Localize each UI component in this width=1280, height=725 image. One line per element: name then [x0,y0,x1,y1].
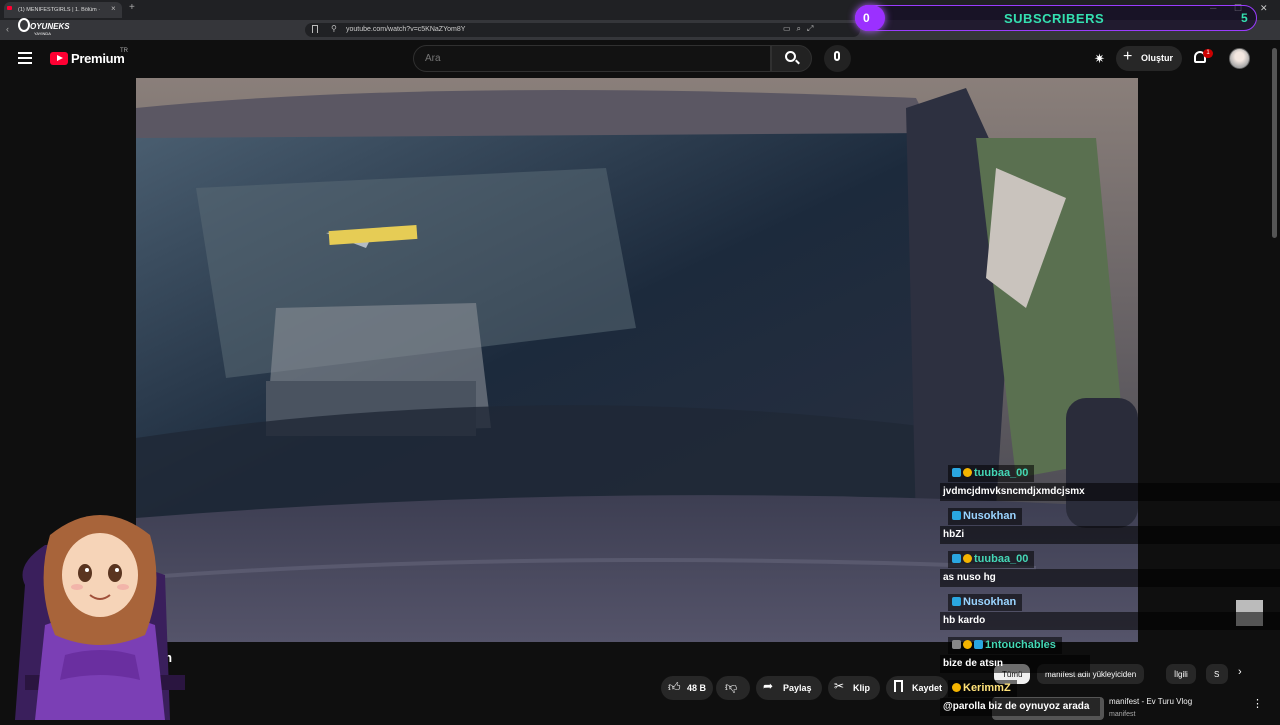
subscriber-goal-label: SUBSCRIBERS [1004,11,1105,26]
sub-badge-icon [974,640,983,649]
chat-user-text: Nusokhan [963,510,1017,522]
recommendation-title[interactable]: manifest - Ev Turu Vlog [1109,697,1192,706]
like-count: 48 B [687,683,707,693]
sub-badge-icon [952,597,961,606]
thumbs-up-icon: 👍︎ [668,680,681,694]
more-options-icon[interactable]: ⋮ [1252,697,1263,710]
chat-message: jvdmcjdmvksncmdjxmdcjsmx [940,483,1280,501]
sub-badge-icon [952,511,961,520]
sub-badge-icon [952,554,961,563]
chat-message: @parolla biz de oynuyoz arada [940,698,1100,716]
site-info-icon[interactable]: ⚲ [331,24,337,33]
tab-close-icon[interactable]: × [111,4,116,13]
subscriber-goal-target: 5 [1241,11,1248,25]
streamer-logo-icon [18,18,30,32]
chip-related[interactable]: İlgili [1166,664,1196,684]
clip-label: Klip [853,683,870,693]
youtube-premium-label[interactable]: Premium [71,51,125,66]
bookmark-icon[interactable] [312,25,318,33]
page-scrollbar[interactable] [1272,48,1277,238]
chat-username: Nusokhan [948,508,1023,525]
chat-user-text: tuubaa_00 [974,467,1029,479]
chevron-right-icon[interactable]: › [1238,666,1242,678]
mod-badge-icon [952,640,961,649]
back-arrow-icon[interactable]: ‹ [6,24,9,34]
gold-badge-icon [963,640,972,649]
menu-icon[interactable] [18,52,32,64]
thumbs-down-icon: 👎︎ [725,680,738,694]
new-tab-button[interactable]: + [129,2,135,13]
chip-more[interactable]: S [1206,664,1228,684]
chat-message: hb kardo [940,612,1280,630]
url-text: youtube.com/watch?v=c5KNaZYom8Y [346,26,466,33]
chat-user-text: Nusokhan [963,596,1017,608]
gold-badge-icon [963,554,972,563]
notification-badge: 1 [1203,49,1213,58]
browser-tab[interactable]: (1) MENIFESTGIRLS | 1. Bölüm · [4,2,122,18]
save-label: Kaydet [912,683,943,693]
chat-username: tuubaa_00 [948,551,1035,568]
chat-message: bize de atsın [940,655,1090,673]
search-input[interactable] [413,45,771,72]
window-close-button[interactable]: ✕ [1260,3,1268,14]
chat-user-text: KerimmZ [963,682,1011,694]
recommendation-channel[interactable]: manifest [1109,711,1135,718]
create-label: Oluştur [1141,53,1174,63]
chat-user-text: 1ntouchables [985,639,1056,651]
scissors-icon: ✂ [834,679,845,693]
chat-username: KerimmZ [948,680,1017,697]
share-arrow-icon: ➦ [763,679,774,693]
bookmark-save-icon [894,680,903,692]
chat-username: 1ntouchables [948,637,1062,654]
streamer-logo-subtext: YAYINDA [34,31,51,36]
subscriber-current-count: 0 [863,11,870,25]
chat-username: Nusokhan [948,594,1023,611]
subscriber-goal-progress [855,5,885,31]
microphone-icon [834,51,840,61]
chat-user-text: tuubaa_00 [974,553,1029,565]
extension-icons[interactable]: ▭⌕⤢ [783,24,819,34]
streamer-avatar-character [5,505,195,720]
share-label: Paylaş [783,683,812,693]
chat-message: as nuso hg [940,569,1280,587]
gold-badge-icon [963,468,972,477]
gold-badge-icon [952,683,961,692]
sub-badge-icon [952,468,961,477]
youtube-play-icon [57,55,63,61]
youtube-favicon-icon [7,6,12,10]
country-code: TR [120,48,128,54]
extension-puzzle-icon[interactable]: ✷ [1094,51,1105,67]
account-avatar[interactable] [1229,48,1250,69]
chat-username: tuubaa_00 [948,465,1035,482]
chat-message: hbZi [940,526,1280,544]
streamer-logo-text: OYUNEKS [30,22,70,31]
plus-icon: + [1123,48,1133,65]
